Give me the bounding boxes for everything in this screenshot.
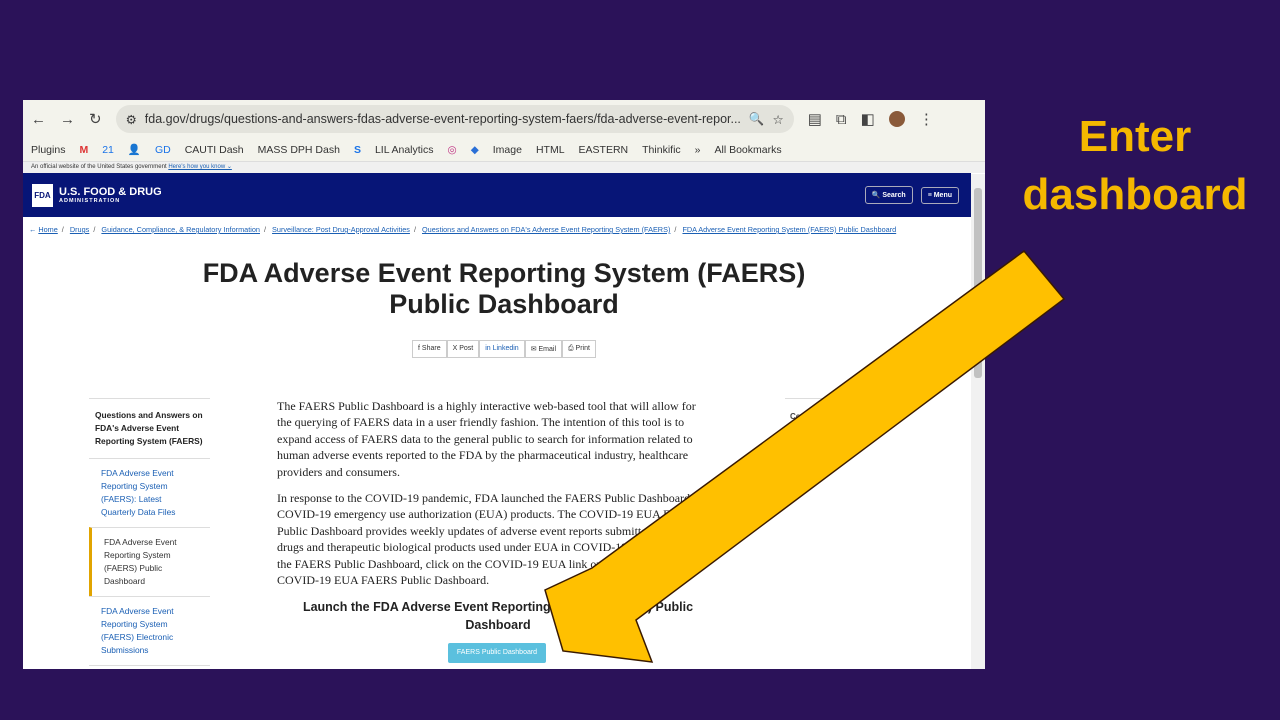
annotation-text: Enter dashboard	[1022, 112, 1248, 219]
arrow-shape	[544, 249, 1066, 663]
